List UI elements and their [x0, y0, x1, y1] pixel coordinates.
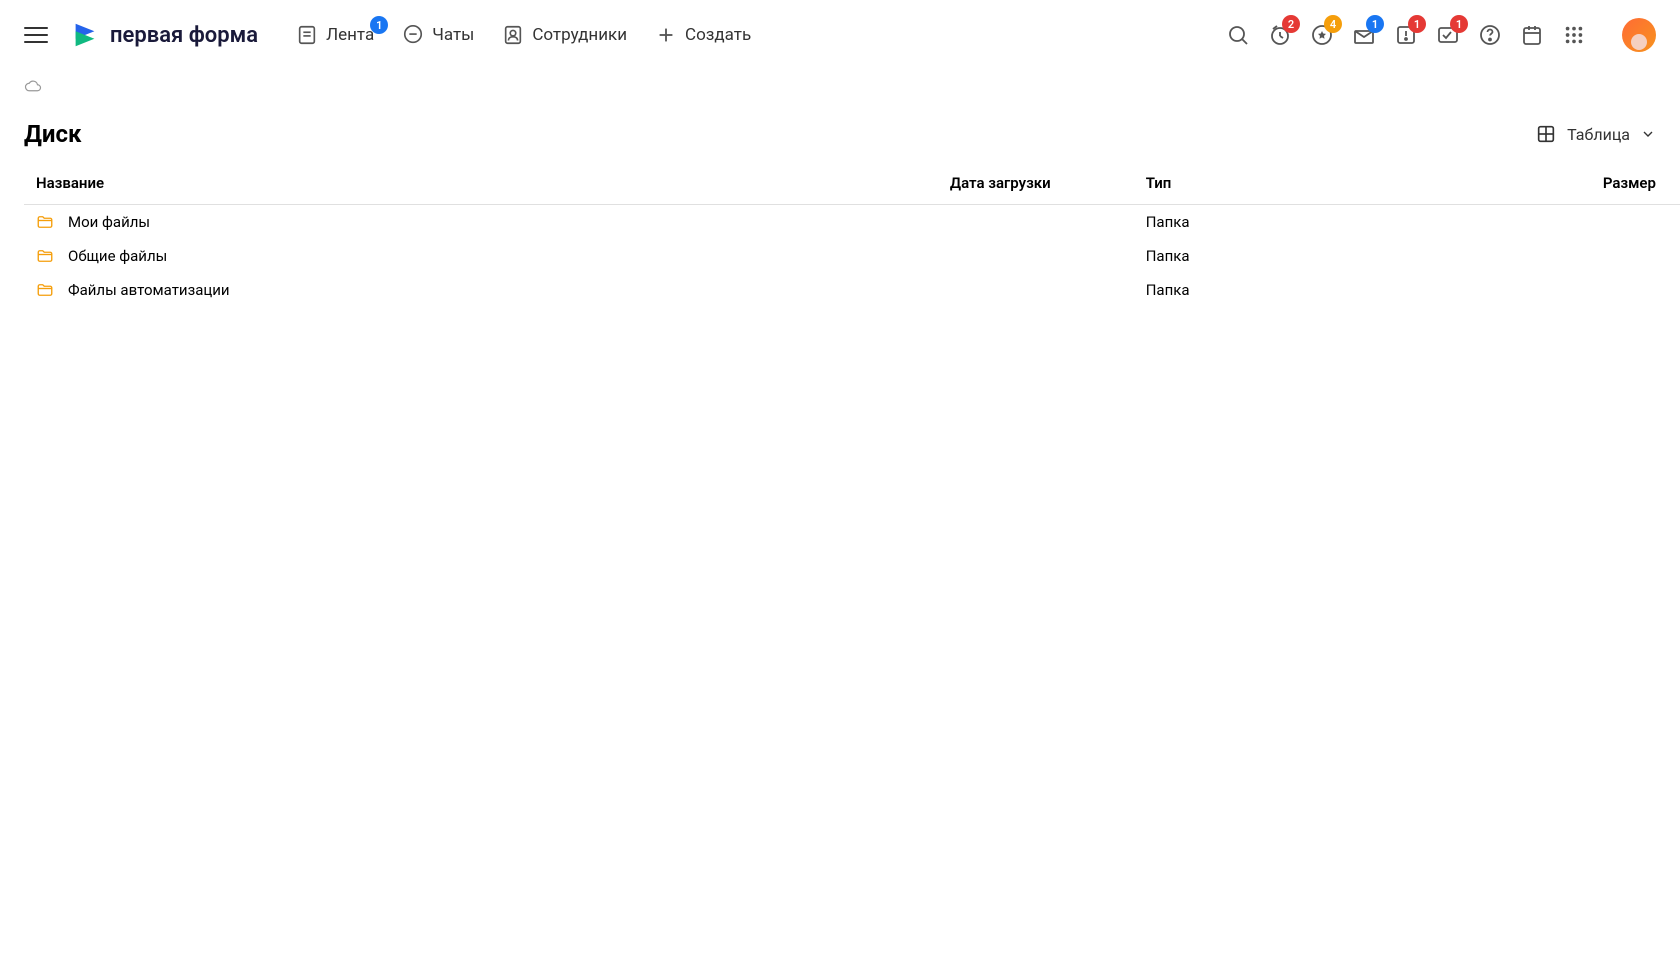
inbox-badge: 1 [1366, 15, 1384, 33]
brand-name: первая форма [110, 23, 258, 48]
logo-icon [70, 20, 100, 50]
table-body: Мои файлы Папка Общие файлы Папка Файлы … [24, 205, 1680, 307]
nav-feed-badge: 1 [370, 16, 388, 34]
nav-employees[interactable]: Сотрудники [502, 24, 627, 46]
help-icon [1478, 23, 1502, 47]
apps-button[interactable] [1562, 23, 1586, 47]
inbox-button[interactable]: 1 [1352, 23, 1376, 47]
view-switcher[interactable]: Таблица [1535, 123, 1656, 145]
alert-button[interactable]: 1 [1394, 23, 1418, 47]
view-label: Таблица [1567, 125, 1630, 144]
help-button[interactable] [1478, 23, 1502, 47]
nav-feed[interactable]: Лента 1 [296, 24, 374, 46]
folder-icon [36, 247, 54, 265]
col-header-name[interactable]: Название [36, 174, 950, 192]
feed-icon [296, 24, 318, 46]
table-row[interactable]: Общие файлы Папка [24, 239, 1680, 273]
favorites-button[interactable]: 4 [1310, 23, 1334, 47]
brand-logo[interactable]: первая форма [70, 20, 258, 50]
page-title: Диск [24, 120, 81, 148]
search-button[interactable] [1226, 23, 1250, 47]
nav-feed-label: Лента [326, 25, 374, 45]
folder-icon [36, 281, 54, 299]
employees-icon [502, 24, 524, 46]
col-header-size[interactable]: Размер [1505, 174, 1668, 192]
row-type: Папка [1146, 247, 1505, 265]
nav-create[interactable]: Создать [655, 24, 751, 46]
plus-icon [655, 24, 677, 46]
cloud-icon[interactable] [24, 78, 42, 96]
menu-toggle-button[interactable] [24, 24, 48, 46]
header-actions: 2 4 1 1 [1226, 18, 1656, 52]
grid-view-icon [1535, 123, 1557, 145]
table-row[interactable]: Мои файлы Папка [24, 205, 1680, 239]
table-row[interactable]: Файлы автоматизации Папка [24, 273, 1680, 307]
apps-grid-icon [1563, 24, 1585, 46]
row-name-text: Общие файлы [68, 247, 167, 265]
row-type: Папка [1146, 281, 1505, 299]
approve-badge: 1 [1450, 15, 1468, 33]
search-icon [1226, 23, 1250, 47]
row-type: Папка [1146, 213, 1505, 231]
nav-chats-label: Чаты [432, 25, 474, 45]
col-header-date[interactable]: Дата загрузки [950, 174, 1146, 192]
col-header-type[interactable]: Тип [1146, 174, 1505, 192]
row-name-text: Мои файлы [68, 213, 150, 231]
calendar-icon [1520, 23, 1544, 47]
file-table: Название Дата загрузки Тип Размер Мои фа… [24, 164, 1680, 307]
chat-icon [402, 24, 424, 46]
nav-chats[interactable]: Чаты [402, 24, 474, 46]
chevron-down-icon [1640, 126, 1656, 142]
app-header: первая форма Лента 1 Чаты Со [0, 0, 1680, 70]
nav-create-label: Создать [685, 25, 751, 45]
table-header: Название Дата загрузки Тип Размер [24, 164, 1680, 205]
clock-badge: 2 [1282, 15, 1300, 33]
clock-button[interactable]: 2 [1268, 23, 1292, 47]
alert-badge: 1 [1408, 15, 1426, 33]
page-header: Диск Таблица [0, 104, 1680, 164]
breadcrumb [0, 70, 1680, 104]
row-name-text: Файлы автоматизации [68, 281, 230, 299]
calendar-button[interactable] [1520, 23, 1544, 47]
approve-button[interactable]: 1 [1436, 23, 1460, 47]
user-avatar[interactable] [1622, 18, 1656, 52]
nav-employees-label: Сотрудники [532, 25, 627, 45]
main-nav: Лента 1 Чаты Сотрудники Создать [296, 24, 751, 46]
folder-icon [36, 213, 54, 231]
favorites-badge: 4 [1324, 15, 1342, 33]
